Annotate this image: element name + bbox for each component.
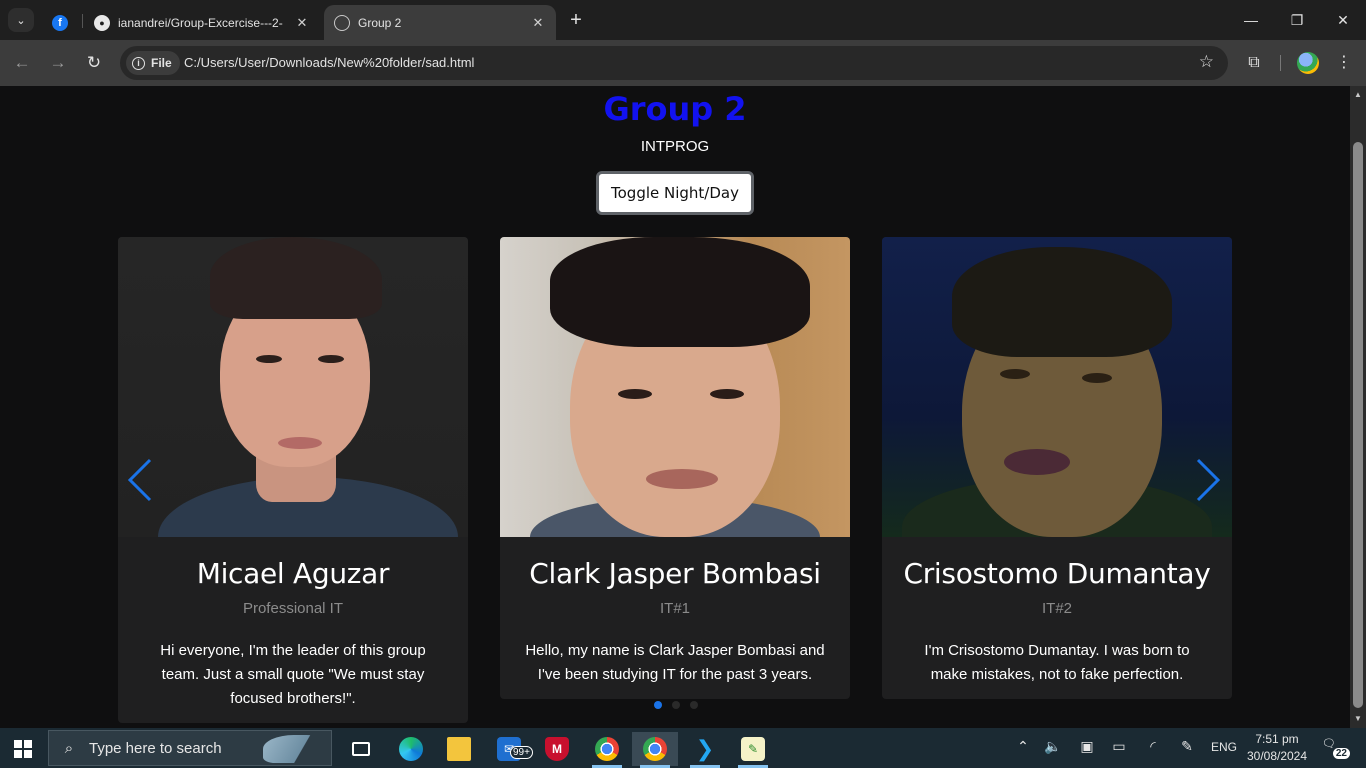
member-description: I'm Crisostomo Dumantay. I was born to m… xyxy=(924,642,1190,683)
carousel-next-arrow-icon[interactable] xyxy=(1194,458,1222,502)
restore-button[interactable]: ❐ xyxy=(1274,0,1320,40)
tab-title: ianandrei/Group-Excercise---2- xyxy=(118,15,283,30)
clock-time: 7:51 pm xyxy=(1255,732,1299,746)
address-bar[interactable]: i File C:/Users/User/Downloads/New%20fol… xyxy=(120,46,1228,80)
browser-toolbar: ← → ↻ i File C:/Users/User/Downloads/New… xyxy=(0,40,1366,86)
url-text[interactable]: C:/Users/User/Downloads/New%20folder/sad… xyxy=(184,55,474,70)
member-card: Crisostomo Dumantay IT#2 I'm Crisostomo … xyxy=(882,237,1232,699)
tab-search-dropdown-icon[interactable]: ⌄ xyxy=(8,8,34,32)
task-view-button[interactable] xyxy=(338,732,384,766)
volume-icon[interactable]: 🔈 xyxy=(1042,738,1064,755)
member-name: Clark Jasper Bombasi xyxy=(529,557,821,590)
search-placeholder: Type here to search xyxy=(89,739,222,757)
search-highlight-whale-icon xyxy=(263,735,325,763)
tab-facebook[interactable]: f xyxy=(44,5,76,40)
windows-start-icon[interactable] xyxy=(14,740,32,758)
page-viewport: Group 2 INTPROG Toggle Night/Day Micael … xyxy=(0,86,1350,728)
close-icon[interactable]: ✕ xyxy=(290,15,314,31)
forward-button[interactable]: → xyxy=(46,51,70,75)
clock-date: 30/08/2024 xyxy=(1246,749,1308,763)
folder-icon xyxy=(447,737,471,761)
member-card: Micael Aguzar Professional IT Hi everyon… xyxy=(118,237,468,723)
page-subtitle: INTPROG xyxy=(640,138,710,155)
show-hidden-icons-chevron-icon[interactable]: ⌃ xyxy=(1012,738,1034,755)
member-card: Clark Jasper Bombasi IT#1 Hello, my name… xyxy=(500,237,850,699)
carousel-indicator-2[interactable] xyxy=(672,701,680,709)
meet-camera-icon[interactable]: ▣ xyxy=(1076,738,1098,755)
language-indicator[interactable]: ENG xyxy=(1211,740,1237,754)
wifi-icon[interactable]: ◜ xyxy=(1142,738,1164,755)
member-photo xyxy=(500,237,850,537)
menu-kebab-icon[interactable]: ⋮ xyxy=(1333,52,1355,74)
chrome-icon xyxy=(595,737,619,761)
taskbar-mcafee[interactable]: M xyxy=(534,732,580,766)
notepad-plus-icon: ✎ xyxy=(741,737,765,761)
scroll-down-arrow-icon[interactable]: ▼ xyxy=(1350,712,1366,726)
notification-count: 22 xyxy=(1332,748,1350,759)
task-view-icon xyxy=(352,742,370,756)
notification-icon: 🗨 xyxy=(1322,738,1336,750)
member-role: IT#1 xyxy=(659,600,690,617)
toolbar-separator xyxy=(1280,55,1281,71)
carousel-indicator-3[interactable] xyxy=(690,701,698,709)
close-icon[interactable]: ✕ xyxy=(526,15,550,31)
member-description: Hello, my name is Clark Jasper Bombasi a… xyxy=(525,642,825,683)
tab-title: Group 2 xyxy=(358,15,402,30)
site-info-chip[interactable]: i File xyxy=(126,51,180,75)
windows-taskbar: ⌕ Type here to search ✉ 99+ M ❯ ✎ ⌃ 🔈 ▣ … xyxy=(0,728,1366,768)
member-name: Micael Aguzar xyxy=(196,557,390,590)
member-name: Crisostomo Dumantay xyxy=(903,557,1211,590)
scroll-up-arrow-icon[interactable]: ▲ xyxy=(1350,88,1366,102)
carousel-prev-arrow-icon[interactable] xyxy=(126,458,154,502)
new-tab-button[interactable]: + xyxy=(564,9,588,33)
info-icon: i xyxy=(132,56,145,70)
taskbar-edge[interactable] xyxy=(388,732,434,766)
toggle-night-day-button[interactable]: Toggle Night/Day xyxy=(596,171,754,215)
github-icon: ● xyxy=(94,14,110,31)
browser-tabstrip: ⌄ f ● ianandrei/Group-Excercise---2- ✕ G… xyxy=(0,0,1366,40)
taskbar-chrome-profile[interactable] xyxy=(632,732,678,768)
extensions-icon[interactable]: ⧉ xyxy=(1243,52,1265,74)
taskbar-mail[interactable]: ✉ 99+ xyxy=(486,732,533,766)
taskbar-search-box[interactable]: ⌕ Type here to search xyxy=(48,730,332,766)
member-description: Hi everyone, I'm the leader of this grou… xyxy=(160,642,426,707)
pen-icon[interactable]: ✎ xyxy=(1176,738,1198,755)
profile-avatar[interactable] xyxy=(1297,52,1319,74)
taskbar-chrome[interactable] xyxy=(584,732,630,768)
search-icon: ⌕ xyxy=(64,739,74,757)
tab-github[interactable]: ● ianandrei/Group-Excercise---2- ✕ xyxy=(84,5,320,40)
member-role: Professional IT xyxy=(242,600,344,617)
chrome-profile-icon xyxy=(643,737,667,761)
scrollbar-thumb[interactable] xyxy=(1353,142,1363,708)
taskbar-notepad-plus[interactable]: ✎ xyxy=(730,732,776,768)
bookmark-star-icon[interactable]: ☆ xyxy=(1199,52,1214,72)
back-button[interactable]: ← xyxy=(10,51,34,75)
mcafee-shield-icon: M xyxy=(545,737,569,761)
taskbar-vscode[interactable]: ❯ xyxy=(682,732,728,768)
notification-center-button[interactable]: 🗨 22 xyxy=(1322,737,1350,759)
globe-icon xyxy=(334,14,350,31)
reload-button[interactable]: ↻ xyxy=(82,51,106,75)
page-scrollbar[interactable]: ▲ ▼ xyxy=(1350,86,1366,728)
site-chip-label: File xyxy=(151,56,172,70)
vscode-icon: ❯ xyxy=(695,736,715,761)
carousel-indicators xyxy=(654,701,698,709)
facebook-icon: f xyxy=(52,14,68,31)
carousel-indicator-1[interactable] xyxy=(654,701,662,709)
member-photo xyxy=(118,237,468,537)
mail-badge: 99+ xyxy=(510,746,533,759)
tab-separator xyxy=(82,14,83,28)
member-photo xyxy=(882,237,1232,537)
member-role: IT#2 xyxy=(1041,600,1072,617)
clock[interactable]: 7:51 pm 30/08/2024 xyxy=(1246,731,1308,765)
tab-group-2[interactable]: Group 2 ✕ xyxy=(324,5,556,40)
close-window-button[interactable]: ✕ xyxy=(1320,0,1366,40)
page-title: Group 2 xyxy=(603,90,747,128)
taskbar-file-explorer[interactable] xyxy=(436,732,482,766)
minimize-button[interactable]: — xyxy=(1228,0,1274,40)
edge-icon xyxy=(399,737,423,761)
battery-icon[interactable]: ▭ xyxy=(1108,738,1130,755)
